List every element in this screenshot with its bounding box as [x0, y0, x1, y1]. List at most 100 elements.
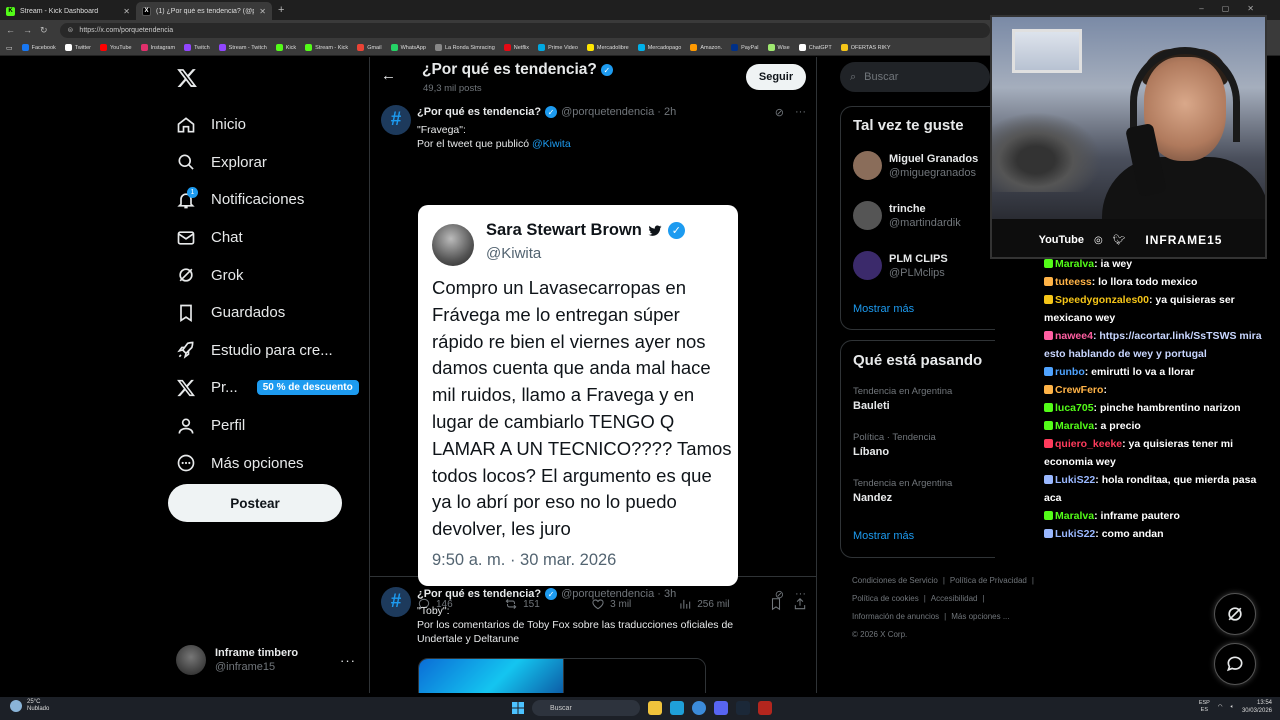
suggested-user[interactable]: Miguel Granados @miguegranados [853, 151, 978, 180]
wifi-icon[interactable]: ◠ [1218, 704, 1223, 710]
bookmark-item[interactable]: Facebook [21, 44, 56, 51]
app-icon[interactable] [758, 701, 772, 715]
bookmark-item[interactable]: Stream - Kick [305, 44, 348, 51]
bookmark-item[interactable]: La Ronda Simracing [434, 44, 495, 51]
footer-link[interactable]: Política de Privacidad [950, 576, 1027, 585]
close-icon[interactable]: ✕ [123, 7, 130, 16]
chat-username[interactable]: CrewFero [1055, 384, 1103, 396]
chat-username[interactable]: runbo [1055, 366, 1085, 378]
nav-item-guardados[interactable]: Guardados [176, 294, 359, 332]
bookmark-item[interactable]: Mercadopago [637, 44, 681, 51]
language-label[interactable]: ESP [1199, 700, 1210, 707]
account-switcher[interactable]: Inframe timbero @inframe15 ··· [176, 644, 356, 676]
nav-item-notificaciones[interactable]: 1 Notificaciones [176, 181, 359, 219]
chat-username[interactable]: Maralva [1055, 420, 1094, 432]
chat-username[interactable]: quiero_keeke [1055, 438, 1122, 450]
grok-icon[interactable]: ⊘ [775, 588, 784, 601]
forward-icon[interactable]: → [23, 25, 32, 35]
tweet-image[interactable] [418, 658, 706, 693]
tweet-author-name[interactable]: ¿Por qué es tendencia? [417, 588, 541, 600]
footer-link[interactable]: Política de cookies [852, 594, 919, 603]
avatar[interactable]: # [381, 105, 411, 135]
window-controls[interactable]: –▢✕ [1199, 4, 1272, 13]
x-logo-icon[interactable] [176, 66, 198, 90]
chat-username[interactable]: Speedygonzales00 [1055, 294, 1149, 306]
bookmark-item[interactable]: Stream - Twitch [218, 44, 267, 51]
grok-icon[interactable]: ⊘ [775, 106, 784, 119]
nav-item-explorar[interactable]: Explorar [176, 144, 359, 182]
bookmark-item[interactable]: Instagram [140, 44, 175, 51]
bookmark-item[interactable]: PayPal [731, 44, 759, 51]
trend-item[interactable]: Tendencia en Argentina Nandez [853, 478, 952, 504]
tweet-author-handle[interactable]: @porquetendencia · 2h [561, 106, 676, 118]
bookmark-item[interactable]: Wise [767, 44, 790, 51]
steam-icon[interactable] [736, 701, 750, 715]
tweet-author-name[interactable]: ¿Por qué es tendencia? [417, 106, 541, 118]
more-icon[interactable]: ··· [795, 588, 806, 601]
bookmark-item[interactable]: Prime Video [538, 44, 578, 51]
bookmark-item[interactable]: WhatsApp [390, 44, 426, 51]
url-field[interactable]: ⊜ https://x.com/porquetendencia [59, 22, 990, 38]
chat-username[interactable]: nawee4 [1055, 330, 1093, 342]
nav-item-chat[interactable]: Chat [176, 219, 359, 257]
chat-username[interactable]: Maralva [1055, 258, 1094, 270]
chat-username[interactable]: LukiS22 [1055, 474, 1095, 486]
discord-icon[interactable] [714, 701, 728, 715]
suggested-user[interactable]: PLM CLIPS @PLMclips [853, 251, 948, 280]
apps-icon[interactable]: ▭ [6, 44, 13, 52]
browser-tab-kick[interactable]: K Stream - Kick Dashboard ✕ [0, 2, 136, 20]
show-more-link[interactable]: Mostrar más [853, 530, 914, 542]
reload-icon[interactable]: ↻ [40, 25, 48, 36]
trend-item[interactable]: Política · Tendencia Líbano [853, 432, 936, 458]
bookmark-item[interactable]: YouTube [99, 44, 132, 51]
tweet[interactable]: # ¿Por qué es tendencia? ✓ @porquetenden… [370, 578, 816, 693]
chat-username[interactable]: tuteess [1055, 276, 1092, 288]
bookmark-item[interactable]: Twitter [64, 44, 91, 51]
nav-item-más-opciones[interactable]: Más opciones [176, 444, 359, 482]
back-icon[interactable]: ← [6, 25, 15, 35]
volume-icon[interactable]: 🔈︎ [1231, 704, 1234, 711]
chat-username[interactable]: Maralva [1055, 510, 1094, 522]
grok-button[interactable] [1214, 593, 1256, 635]
new-tab-button[interactable]: + [272, 4, 290, 16]
bookmark-item[interactable]: OFERTAS RIKY [840, 44, 891, 51]
close-icon[interactable]: ✕ [259, 7, 266, 16]
clock[interactable]: 13:54 30/03/2026 [1242, 699, 1272, 715]
chrome-icon[interactable] [692, 701, 706, 715]
back-arrow-icon[interactable]: ← [381, 67, 396, 84]
footer-link[interactable]: Accesibilidad [931, 594, 978, 603]
suggested-user[interactable]: trinche @martindardik [853, 201, 961, 230]
avatar[interactable]: # [381, 587, 411, 617]
follow-button[interactable]: Seguir [746, 64, 806, 90]
chat-username[interactable]: luca705 [1055, 402, 1094, 414]
edge-icon[interactable] [670, 701, 684, 715]
bookmark-item[interactable]: ChatGPT [798, 44, 832, 51]
file-explorer-icon[interactable] [648, 701, 662, 715]
footer-link[interactable]: Condiciones de Servicio [852, 576, 938, 585]
nav-item-pr[interactable]: Pr... 50 % de descuento [176, 369, 359, 407]
show-more-link[interactable]: Mostrar más [853, 303, 914, 315]
post-button[interactable]: Postear [168, 484, 342, 522]
bookmark-item[interactable]: Amazon. [690, 44, 722, 51]
mention-link[interactable]: @Kiwita [532, 138, 571, 150]
nav-item-inicio[interactable]: Inicio [176, 106, 359, 144]
footer-link[interactable]: Información de anuncios [852, 612, 939, 621]
taskbar-search[interactable]: Buscar [532, 700, 640, 716]
nav-item-grok[interactable]: Grok [176, 256, 359, 294]
bookmark-item[interactable]: Twitch [184, 44, 210, 51]
browser-tab-x[interactable]: X (1) ¿Por qué es tendencia? (@porq ✕ [136, 2, 272, 20]
footer-link[interactable]: Más opciones ... [951, 612, 1009, 621]
nav-item-estudio-para-cre[interactable]: Estudio para cre... [176, 332, 359, 370]
bookmark-item[interactable]: Netflix [503, 44, 529, 51]
nav-item-perfil[interactable]: Perfil [176, 407, 359, 445]
windows-start-icon[interactable] [512, 702, 524, 714]
more-icon[interactable]: ··· [795, 106, 806, 119]
bookmark-item[interactable]: Gmail [357, 44, 382, 51]
chat-username[interactable]: LukiS22 [1055, 528, 1095, 540]
site-info-icon[interactable]: ⊜ [68, 26, 74, 34]
bookmark-item[interactable]: Kick [275, 44, 296, 51]
tweet-image[interactable]: Sara Stewart Brown ✓ @Kiwita Compro un L… [418, 205, 738, 586]
more-icon[interactable]: ··· [340, 653, 356, 668]
weather-widget[interactable]: 25°C Nublado [10, 699, 49, 713]
tweet-author-handle[interactable]: @porquetendencia · 3h [561, 588, 676, 600]
